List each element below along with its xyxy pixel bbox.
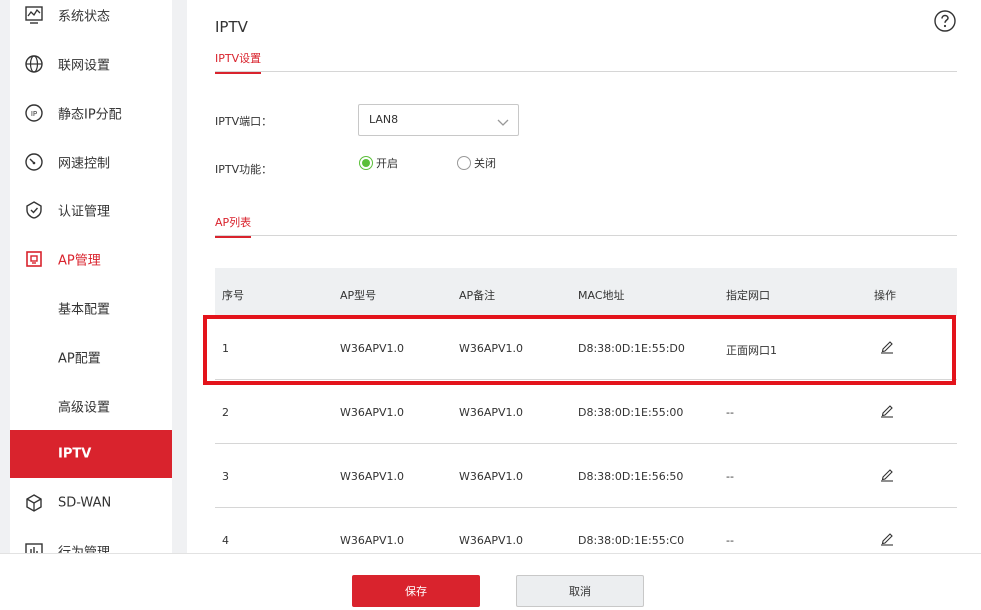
- cell-index: 1: [222, 342, 229, 355]
- sidebar-item-system-status[interactable]: 系统状态: [10, 0, 172, 39]
- ip-icon: IP: [24, 103, 44, 123]
- cell-remark: W36APV1.0: [459, 470, 524, 483]
- cell-remark: W36APV1.0: [459, 342, 524, 355]
- monitor-icon: [24, 5, 44, 25]
- cell-remark: W36APV1.0: [459, 406, 524, 419]
- cell-mac: D8:38:0D:1E:55:00: [578, 406, 684, 419]
- sidebar-item-label: IPTV: [58, 446, 92, 462]
- save-button[interactable]: 保存: [352, 575, 480, 607]
- radio-off-label: 关闭: [474, 157, 496, 170]
- sidebar-item-advanced-settings[interactable]: 高级设置: [10, 382, 172, 430]
- speedometer-icon: [24, 152, 44, 172]
- table-header: 序号 AP型号 AP备注 MAC地址 指定网口 操作: [215, 268, 957, 316]
- tab-ap-list[interactable]: AP列表: [215, 214, 252, 238]
- table-row: 1 W36APV1.0 W36APV1.0 D8:38:0D:1E:55:D0 …: [215, 316, 957, 380]
- cell-mac: D8:38:0D:1E:56:50: [578, 470, 684, 483]
- cell-index: 2: [222, 406, 229, 419]
- edit-icon[interactable]: [879, 402, 895, 418]
- cell-model: W36APV1.0: [340, 342, 405, 355]
- sidebar-item-label: 网速控制: [58, 156, 111, 172]
- sidebar-item-label: 静态IP分配: [58, 107, 122, 123]
- sidebar-item-label: 联网设置: [58, 58, 111, 74]
- cell-port: 正面网口1: [726, 344, 777, 357]
- sidebar-item-label: 系统状态: [58, 9, 111, 25]
- edit-icon[interactable]: [879, 530, 895, 546]
- sidebar-item-ap-management[interactable]: AP管理: [10, 235, 172, 283]
- sidebar-item-label: 行为管理: [58, 545, 111, 554]
- sidebar: 系统状态 联网设置 IP 静态IP分配 网速控制 认证管理 AP管理 基本配置 …: [10, 0, 172, 553]
- radio-on-label: 开启: [376, 157, 398, 170]
- cell-port: --: [726, 534, 734, 547]
- column-header: 序号: [222, 289, 244, 302]
- sidebar-item-label: 认证管理: [58, 204, 111, 220]
- table-row: 2 W36APV1.0 W36APV1.0 D8:38:0D:1E:55:00 …: [215, 380, 957, 444]
- cell-mac: D8:38:0D:1E:55:D0: [578, 342, 685, 355]
- table-row: 4 W36APV1.0 W36APV1.0 D8:38:0D:1E:55:C0 …: [215, 508, 957, 553]
- svg-text:IP: IP: [31, 110, 37, 118]
- sidebar-item-basic-config[interactable]: 基本配置: [10, 284, 172, 332]
- column-header: 指定网口: [726, 289, 770, 302]
- column-header: 操作: [874, 289, 896, 302]
- edit-icon[interactable]: [879, 466, 895, 482]
- sidebar-item-label: 基本配置: [58, 302, 111, 318]
- sidebar-item-auth-management[interactable]: 认证管理: [10, 186, 172, 234]
- radio-unchecked-icon: [457, 156, 471, 170]
- sidebar-item-label: SD-WAN: [58, 495, 112, 511]
- sidebar-item-label: 高级设置: [58, 400, 111, 416]
- question-circle-icon[interactable]: [934, 10, 956, 32]
- tab-iptv-settings[interactable]: IPTV设置: [215, 50, 262, 74]
- iptv-settings-tabbar: IPTV设置: [215, 46, 957, 74]
- globe-icon: [24, 54, 44, 74]
- cell-index: 3: [222, 470, 229, 483]
- ap-list-tabbar: AP列表: [215, 210, 957, 238]
- cell-port: --: [726, 406, 734, 419]
- column-header: AP型号: [340, 289, 377, 302]
- sidebar-item-iptv[interactable]: IPTV: [10, 430, 172, 478]
- column-header: AP备注: [459, 289, 496, 302]
- radio-checked-icon: [359, 156, 373, 170]
- chevron-down-icon: [496, 114, 510, 128]
- radio-iptv-off[interactable]: 关闭: [457, 155, 496, 171]
- ap-icon: [24, 249, 44, 269]
- column-header: MAC地址: [578, 289, 625, 302]
- sidebar-item-ap-config[interactable]: AP配置: [10, 333, 172, 381]
- iptv-port-select[interactable]: LAN8: [358, 104, 519, 136]
- sidebar-item-network-settings[interactable]: 联网设置: [10, 40, 172, 88]
- cell-remark: W36APV1.0: [459, 534, 524, 547]
- shield-check-icon: [24, 200, 44, 220]
- bar-chart-icon: [24, 541, 44, 553]
- cancel-button[interactable]: 取消: [516, 575, 644, 607]
- sidebar-item-behavior-management[interactable]: 行为管理: [10, 527, 172, 553]
- cell-index: 4: [222, 534, 229, 547]
- page-title: IPTV: [215, 18, 248, 36]
- cube-icon: [24, 493, 44, 513]
- iptv-port-value: LAN8: [369, 113, 399, 126]
- sidebar-item-speed-control[interactable]: 网速控制: [10, 138, 172, 186]
- radio-iptv-on[interactable]: 开启: [359, 155, 398, 171]
- edit-icon[interactable]: [879, 338, 895, 354]
- iptv-function-label: IPTV功能：: [215, 163, 273, 176]
- cell-model: W36APV1.0: [340, 406, 405, 419]
- sidebar-item-static-ip[interactable]: IP 静态IP分配: [10, 89, 172, 137]
- cell-mac: D8:38:0D:1E:55:C0: [578, 534, 685, 547]
- cell-model: W36APV1.0: [340, 534, 405, 547]
- main-panel: IPTV IPTV设置 IPTV端口： LAN8 IPTV功能： 开启 关闭 A…: [187, 0, 981, 553]
- footer-bar: 保存 取消: [0, 553, 981, 610]
- cell-port: --: [726, 470, 734, 483]
- sidebar-item-sd-wan[interactable]: SD-WAN: [10, 479, 172, 527]
- table-row: 3 W36APV1.0 W36APV1.0 D8:38:0D:1E:56:50 …: [215, 444, 957, 508]
- cell-model: W36APV1.0: [340, 470, 405, 483]
- sidebar-item-label: AP管理: [58, 253, 101, 269]
- iptv-port-label: IPTV端口：: [215, 115, 273, 128]
- sidebar-item-label: AP配置: [58, 351, 101, 367]
